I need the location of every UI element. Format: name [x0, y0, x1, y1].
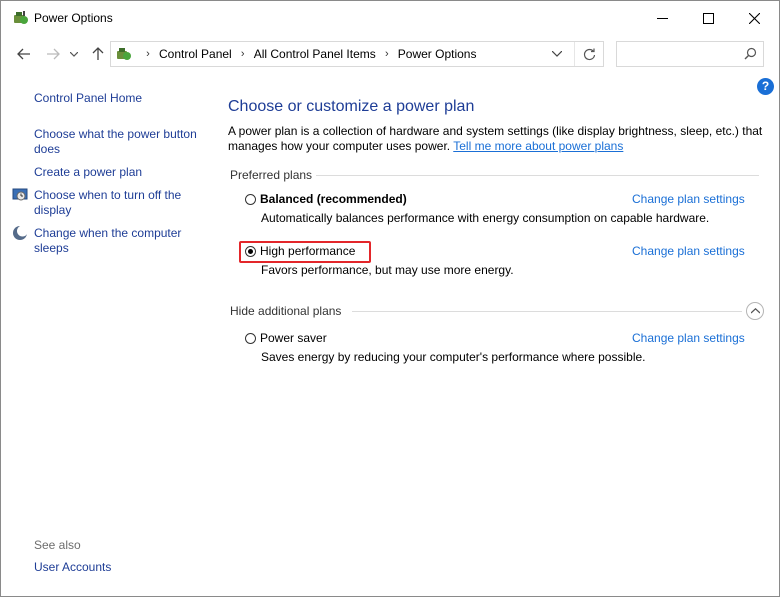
breadcrumb-all-items[interactable]: All Control Panel Items: [254, 47, 376, 61]
power-options-icon: [12, 9, 30, 27]
see-also-label: See also: [34, 538, 81, 552]
sleep-moon-icon: [12, 225, 28, 241]
section-divider: [316, 175, 759, 176]
search-input[interactable]: [616, 41, 764, 67]
up-button[interactable]: [88, 44, 108, 64]
balanced-radio[interactable]: [245, 194, 256, 205]
address-dropdown-chevron-icon[interactable]: [545, 42, 569, 66]
balanced-plan-name[interactable]: Balanced (recommended): [260, 192, 407, 206]
change-plan-settings-high-performance[interactable]: Change plan settings: [632, 244, 745, 258]
search-icon: [744, 47, 757, 63]
address-bar[interactable]: › Control Panel › All Control Panel Item…: [110, 41, 604, 67]
breadcrumb-chevron-icon[interactable]: ›: [376, 48, 398, 60]
close-button[interactable]: [731, 1, 777, 35]
left-pane: Control Panel Home Choose what the power…: [1, 71, 213, 596]
refresh-button[interactable]: [574, 42, 604, 66]
change-plan-settings-balanced[interactable]: Change plan settings: [632, 192, 745, 206]
user-accounts-link[interactable]: User Accounts: [34, 560, 111, 575]
breadcrumb: › Control Panel › All Control Panel Item…: [137, 42, 476, 66]
page-description: A power plan is a collection of hardware…: [228, 124, 768, 154]
breadcrumb-chevron-icon[interactable]: ›: [137, 48, 159, 60]
power-saver-radio[interactable]: [245, 333, 256, 344]
page-title: Choose or customize a power plan: [228, 98, 475, 115]
forward-button[interactable]: [43, 44, 63, 64]
breadcrumb-power-options[interactable]: Power Options: [398, 47, 477, 61]
window-title: Power Options: [34, 11, 113, 25]
power-saver-plan-name[interactable]: Power saver: [260, 331, 327, 345]
breadcrumb-control-panel[interactable]: Control Panel: [159, 47, 232, 61]
balanced-plan-desc: Automatically balances performance with …: [261, 211, 710, 225]
high-performance-plan-desc: Favors performance, but may use more ene…: [261, 263, 514, 277]
power-options-window: Power Options › Control Panel › All Cont…: [0, 0, 780, 597]
minimize-button[interactable]: [639, 1, 685, 35]
recent-locations-chevron-icon[interactable]: [67, 44, 81, 64]
help-icon[interactable]: ?: [757, 78, 774, 95]
power-button-link[interactable]: Choose what the power button does: [34, 127, 206, 157]
collapse-chevron-up-icon[interactable]: [746, 302, 764, 320]
high-performance-plan-name[interactable]: High performance: [260, 244, 355, 258]
power-saver-plan-desc: Saves energy by reducing your computer's…: [261, 350, 646, 364]
computer-sleeps-link[interactable]: Change when the computer sleeps: [34, 226, 206, 256]
back-button[interactable]: [14, 44, 34, 64]
learn-more-link[interactable]: Tell me more about power plans: [453, 139, 623, 153]
breadcrumb-chevron-icon[interactable]: ›: [232, 48, 254, 60]
create-power-plan-link[interactable]: Create a power plan: [34, 165, 142, 180]
maximize-button[interactable]: [685, 1, 731, 35]
title-bar: Power Options: [1, 1, 779, 35]
display-off-icon: [12, 187, 28, 203]
change-plan-settings-power-saver[interactable]: Change plan settings: [632, 331, 745, 345]
refresh-icon: [583, 48, 596, 60]
turn-off-display-link[interactable]: Choose when to turn off the display: [34, 188, 206, 218]
control-panel-icon: [115, 45, 133, 63]
navigation-bar: › Control Panel › All Control Panel Item…: [1, 37, 779, 71]
high-performance-radio[interactable]: [245, 246, 256, 257]
preferred-plans-label: Preferred plans: [230, 168, 313, 182]
section-divider: [352, 311, 742, 312]
control-panel-home-link[interactable]: Control Panel Home: [34, 91, 142, 106]
hide-additional-plans-label: Hide additional plans: [230, 304, 342, 318]
